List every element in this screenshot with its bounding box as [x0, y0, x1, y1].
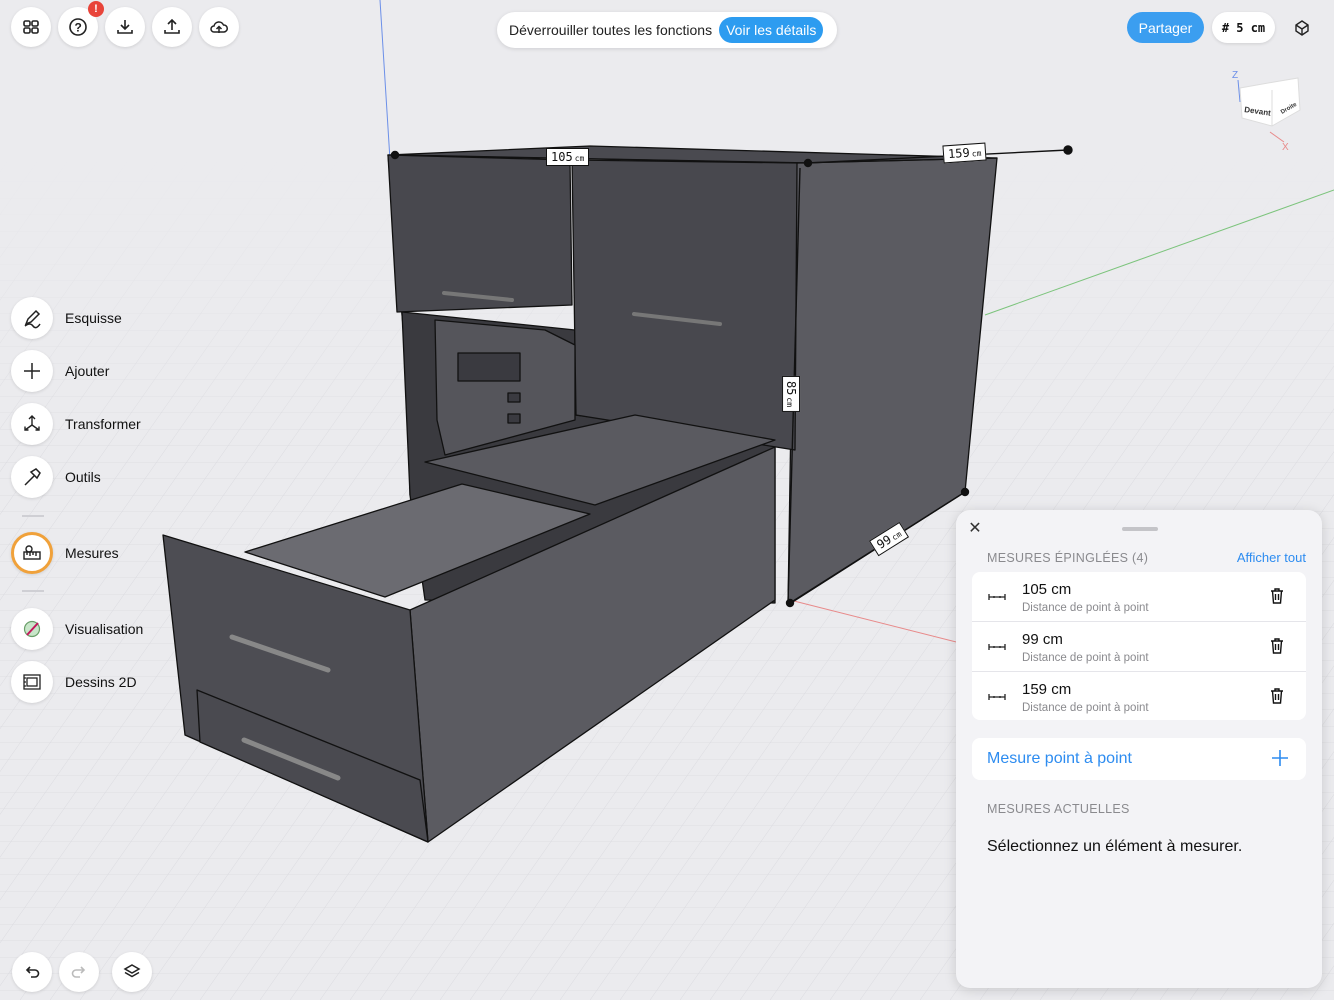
import-button[interactable] [105, 7, 145, 47]
plus-icon [11, 350, 53, 392]
dimension-label-105[interactable]: 105 cm [546, 148, 590, 166]
share-button[interactable]: Partager [1127, 12, 1204, 43]
dimension-label-159[interactable]: 159cm [942, 142, 987, 164]
cloud-upload-button[interactable] [199, 7, 239, 47]
add-point-to-point-button[interactable]: Mesure point à point [972, 738, 1306, 780]
sidebar-item-label: Esquisse [65, 310, 122, 326]
empty-state-message: Sélectionnez un élément à mesurer. [987, 838, 1243, 855]
view-cube[interactable]: Z X Devant Droite [1226, 66, 1306, 154]
grid-icon [23, 20, 39, 34]
paint-icon [11, 608, 53, 650]
sidebar-item-tools[interactable]: Outils [11, 455, 211, 499]
trash-icon[interactable] [1270, 688, 1284, 704]
appliance-button-1 [507, 392, 521, 403]
measurements-panel: ✕ MESURES ÉPINGLÉES (4) Afficher tout 10… [956, 510, 1322, 988]
measurement-value: 99 cm [1022, 631, 1063, 648]
dimension-unit: cm [971, 148, 982, 159]
sidebar-item-2d-drawings[interactable]: Dessins 2D [11, 660, 211, 704]
dimension-value: 105 [551, 150, 573, 164]
sidebar-item-label: Ajouter [65, 363, 110, 379]
dimension-label-85[interactable]: 85cm [782, 375, 801, 413]
ruler-icon [988, 644, 1006, 650]
measurement-type: Distance de point à point [1022, 602, 1149, 614]
measurement-type: Distance de point à point [1022, 652, 1149, 664]
help-button[interactable]: ? ! [58, 1, 104, 47]
upload-icon [164, 18, 180, 34]
upper-left-door [387, 154, 573, 313]
show-all-link[interactable]: Afficher tout [1237, 550, 1306, 565]
sidebar-item-label: Visualisation [65, 621, 144, 637]
question-icon: ? [69, 18, 87, 36]
dimension-value: 159 [947, 145, 971, 162]
dimension-unit: cm [785, 397, 795, 408]
list-item[interactable]: 159 cm Distance de point à point [972, 672, 1306, 722]
list-item[interactable]: 99 cm Distance de point à point [972, 622, 1306, 672]
sidebar-item-sketch[interactable]: Esquisse [11, 296, 211, 340]
measure-icon [11, 532, 53, 574]
sidebar-item-label: Outils [65, 469, 101, 485]
appliance-button-2 [507, 413, 521, 424]
appliance-display [457, 352, 521, 382]
cloud-upload-icon [210, 21, 228, 33]
hammer-icon [11, 456, 53, 498]
add-measure-label: Mesure point à point [987, 750, 1132, 767]
trash-icon[interactable] [1270, 638, 1284, 654]
plus-icon [1272, 750, 1288, 766]
upper-right-door [571, 159, 798, 451]
sidebar-item-measurements[interactable]: Mesures [11, 531, 211, 575]
sidebar-divider [22, 590, 44, 592]
sidebar-item-add[interactable]: Ajouter [11, 349, 211, 393]
redo-icon [71, 966, 86, 978]
blueprint-icon [11, 661, 53, 703]
view-cube-icon [1295, 20, 1309, 36]
download-icon [117, 20, 133, 34]
details-button[interactable]: Voir les détails [719, 17, 824, 43]
axis-z-label: Z [1232, 70, 1238, 81]
axis-x-label: X [1282, 142, 1289, 153]
pencil-icon [11, 297, 53, 339]
layers-button[interactable] [112, 952, 152, 992]
transform-icon [11, 403, 53, 445]
ruler-icon [988, 694, 1006, 700]
current-section-title: MESURES ACTUELLES [987, 802, 1130, 816]
dimension-unit: cm [890, 529, 904, 543]
redo-button[interactable] [59, 952, 99, 992]
home-grid-button[interactable] [11, 7, 51, 47]
pinned-measurements-list: 105 cm Distance de point à point 99 cm D… [972, 572, 1306, 720]
svg-text:?: ? [75, 21, 82, 35]
sidebar-item-label: Mesures [65, 545, 119, 561]
sidebar-item-label: Transformer [65, 416, 141, 432]
dimension-value: 85 [784, 380, 799, 396]
axis-z-line [379, 0, 391, 161]
sidebar-item-label: Dessins 2D [65, 674, 137, 690]
grid-size-button[interactable]: # 5 cm [1212, 12, 1275, 43]
undo-icon [25, 966, 40, 978]
panel-grabber[interactable] [1122, 527, 1158, 531]
export-button[interactable] [152, 7, 192, 47]
list-item[interactable]: 105 cm Distance de point à point [972, 572, 1306, 622]
layers-icon [123, 964, 141, 978]
unlock-banner: Déverrouiller toutes les fonctions Voir … [497, 12, 837, 48]
sidebar-item-transform[interactable]: Transformer [11, 402, 211, 446]
close-icon[interactable]: ✕ [966, 520, 984, 538]
notification-badge: ! [88, 1, 104, 17]
measurement-value: 159 cm [1022, 681, 1072, 698]
trash-icon[interactable] [1270, 588, 1284, 604]
ruler-icon [988, 594, 1006, 600]
measurement-value: 105 cm [1022, 581, 1072, 598]
view-mode-button[interactable] [1284, 10, 1320, 46]
pinned-section-title: MESURES ÉPINGLÉES (4) [987, 551, 1149, 565]
undo-button[interactable] [12, 952, 52, 992]
measurement-type: Distance de point à point [1022, 702, 1149, 714]
sidebar-item-visualisation[interactable]: Visualisation [11, 607, 211, 651]
sidebar-divider [22, 515, 44, 517]
dimension-unit: cm [574, 154, 585, 163]
unlock-text: Déverrouiller toutes les fonctions [509, 22, 713, 38]
